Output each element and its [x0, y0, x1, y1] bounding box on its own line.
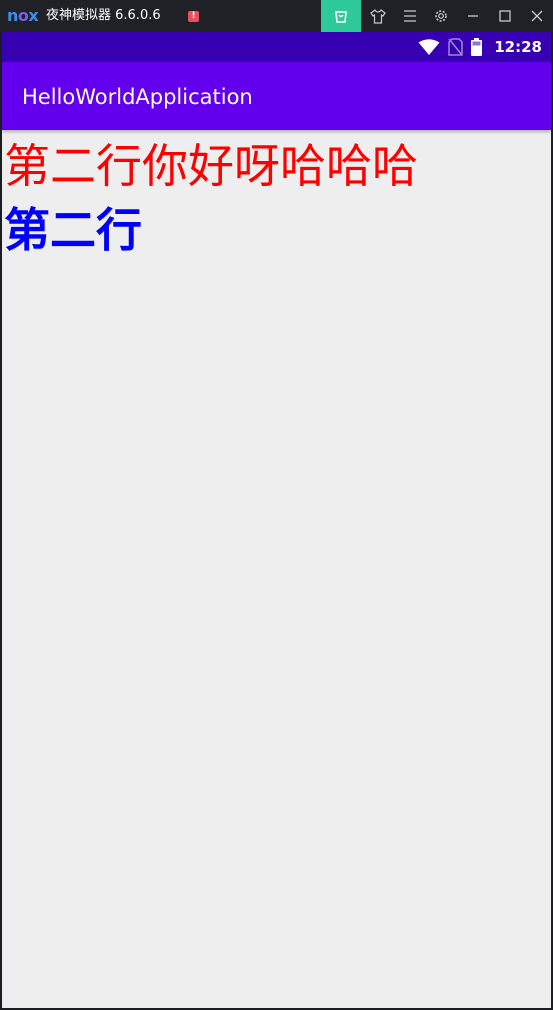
text-line-1: 第二行你好呀哈哈哈 [4, 139, 418, 193]
skin-button[interactable] [361, 0, 395, 32]
status-time: 12:28 [494, 38, 542, 56]
android-screen: 12:28 HelloWorldApplication 第二行你好呀哈哈哈 第二… [2, 32, 551, 1008]
maximize-icon [499, 10, 511, 22]
emulator-title: 夜神模拟器 6.6.0.6 [46, 8, 161, 23]
battery-icon [471, 38, 483, 56]
shirt-icon [370, 9, 386, 24]
alert-icon[interactable]: ! [188, 11, 199, 22]
menu-button[interactable] [393, 0, 427, 32]
gear-icon [435, 10, 447, 22]
minimize-icon [468, 15, 478, 17]
store-button[interactable] [321, 0, 361, 32]
app-bar: HelloWorldApplication [2, 62, 551, 130]
text-line-2: 第二行 [4, 203, 142, 257]
emulator-title-bar: nox 夜神模拟器 6.6.0.6 ! [0, 0, 553, 32]
app-title: HelloWorldApplication [22, 85, 253, 109]
maximize-button[interactable] [488, 0, 522, 32]
settings-button[interactable] [424, 0, 458, 32]
status-bar: 12:28 [2, 32, 551, 62]
close-icon [531, 10, 543, 22]
no-sim-icon [448, 38, 463, 56]
store-icon [335, 11, 347, 23]
minimize-button[interactable] [456, 0, 490, 32]
menu-icon [404, 10, 416, 22]
close-button[interactable] [520, 0, 553, 32]
nox-logo: nox [7, 6, 39, 25]
emulator-window: nox 夜神模拟器 6.6.0.6 ! 12:28 HelloWorldAppl… [0, 0, 553, 1010]
wifi-icon [418, 38, 440, 55]
